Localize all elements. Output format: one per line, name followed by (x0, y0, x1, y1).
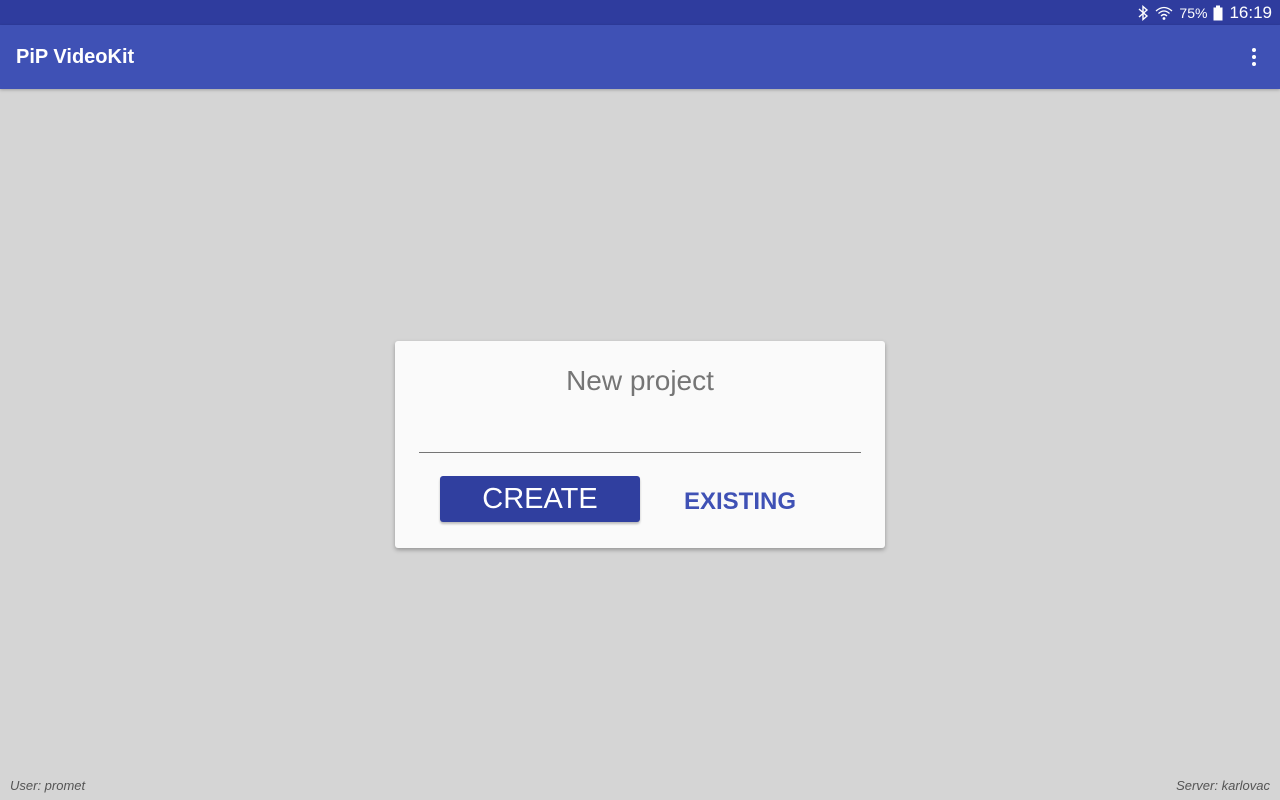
footer-server: Server: karlovac (1176, 778, 1270, 793)
wifi-icon (1155, 5, 1173, 21)
bluetooth-icon (1137, 4, 1149, 21)
status-icons: 75% 16:19 (1137, 0, 1272, 25)
dialog-title: New project (566, 365, 714, 396)
app-bar: PiP VideoKit (0, 25, 1280, 89)
battery-percent: 75% (1179, 4, 1208, 21)
menu-dot (1252, 55, 1256, 59)
menu-dot (1252, 62, 1256, 66)
battery-icon (1213, 5, 1223, 21)
existing-button[interactable]: EXISTING (665, 481, 815, 523)
footer-user: User: promet (10, 778, 86, 793)
app-title: PiP VideoKit (16, 46, 135, 68)
new-project-dialog: New project CREATE EXISTING (395, 341, 885, 548)
menu-dot (1252, 48, 1256, 52)
more-vert-icon[interactable] (1242, 45, 1266, 69)
status-clock: 16:19 (1229, 2, 1272, 22)
status-bar: 75% 16:19 (0, 0, 1280, 25)
project-name-input[interactable] (419, 418, 861, 453)
create-button[interactable]: CREATE (440, 476, 640, 522)
